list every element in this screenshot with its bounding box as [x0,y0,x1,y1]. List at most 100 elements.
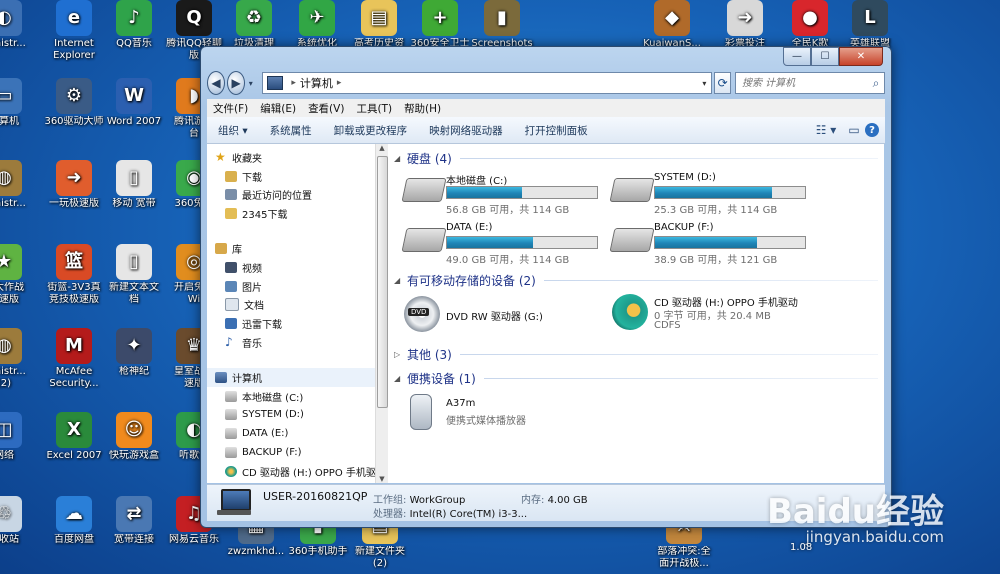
nav-item-recent-places[interactable]: 最近访问的位置 [207,186,375,205]
expand-icon[interactable]: ▷ [394,350,402,359]
menu-tools[interactable]: 工具(T) [350,101,398,116]
drive-tile-f[interactable]: BACKUP (F:) 38.9 GB 可用，共 121 GB [609,222,812,266]
navigation-pane-scrollbar[interactable]: ▲ ▼ [375,144,388,483]
desktop-icon[interactable]: ☺ 快玩游戏盒 [100,412,168,462]
address-bar[interactable]: ▸ 计算机 ▸ ▾ [262,72,713,94]
back-button[interactable]: ◀ [207,71,226,95]
maximize-button[interactable]: ☐ [811,47,839,66]
desktop-icon[interactable]: M McAfee Security... [40,328,108,390]
nav-item-downloads[interactable]: 下载 [207,167,375,186]
desktop-icon[interactable]: ◐ ministr... [0,0,38,50]
uninstall-program-button[interactable]: 卸载或更改程序 [323,123,419,138]
desktop-icon[interactable]: ▮ Screenshots [468,0,536,50]
group-portable-devices[interactable]: ◢ 便携设备 (1) [394,370,878,387]
app-icon: ▮ [484,0,520,36]
desktop-icon[interactable]: ▭ 计算机 [0,78,38,128]
group-removable-devices[interactable]: ◢ 有可移动存储的设备 (2) [394,272,878,289]
system-properties-button[interactable]: 系统属性 [259,123,323,138]
search-box[interactable]: ⌕ [734,72,885,94]
nav-item-music[interactable]: ♪ 音乐 [207,333,375,352]
drive-tile-c[interactable]: 本地磁盘 (C:) 56.8 GB 可用，共 114 GB [401,172,604,216]
desktop-icon[interactable]: ◫ 网络 [0,412,38,462]
desktop-icon[interactable]: ◍ ministr...(2) [0,328,38,390]
open-control-panel-button[interactable]: 打开控制面板 [514,123,599,138]
nav-item-drive-c[interactable]: 本地磁盘 (C:) [207,387,375,406]
nav-favorites-header[interactable]: ★ 收藏夹 [207,148,375,167]
app-icon: ▤ [361,0,397,36]
nav-item-drive-e[interactable]: DATA (E:) [207,424,375,443]
desktop-icon[interactable]: ☁ 百度网盘 [40,496,108,546]
desktop-icon[interactable]: 篮街篮-3V3真 竞技极速版 [40,244,108,306]
desktop-icon[interactable]: ★ 求大作战极速版 [0,244,38,306]
desktop-icon[interactable]: ♲ 回收站 [0,496,38,546]
nav-item-drive-f[interactable]: BACKUP (F:) [207,443,375,462]
desktop-icon[interactable]: ➜ 彩票投注 [711,0,779,50]
menu-view[interactable]: 查看(V) [302,101,350,116]
nav-item-drive-d[interactable]: SYSTEM (D:) [207,406,375,425]
desktop-icon[interactable]: X Excel 2007 [40,412,108,462]
desktop-icon[interactable]: L 英雄联盟 [836,0,904,50]
desktop-icon-label: 宽带连接 [114,534,154,545]
organize-button[interactable]: 组织 ▾ [207,123,259,138]
menu-help[interactable]: 帮助(H) [398,101,447,116]
nav-item-videos[interactable]: 视频 [207,258,375,277]
recent-pages-button[interactable]: ▾ [247,72,254,94]
desktop-icon-label: 快玩游戏盒 [109,450,159,461]
map-network-drive-button[interactable]: 映射网络驱动器 [418,123,514,138]
nav-item-pictures[interactable]: 图片 [207,277,375,296]
search-icon[interactable]: ⌕ [868,76,884,91]
nav-computer-header[interactable]: 计算机 [207,367,375,387]
desktop-icon[interactable]: ♪ QQ音乐 [100,0,168,50]
desktop-icon[interactable]: W Word 2007 [100,78,168,128]
menu-edit[interactable]: 编辑(E) [254,101,302,116]
nav-item-drive-h[interactable]: CD 驱动器 (H:) OPPO 手机驱 [207,462,375,481]
desktop-icon-label: ministr... [0,38,26,49]
nav-item-documents[interactable]: 文档 [207,296,375,315]
nav-libraries-header[interactable]: 库 [207,239,375,258]
nav-item-xunlei-downloads[interactable]: 迅雷下载 [207,314,375,333]
desktop-icon[interactable]: ▤ 高考历史资 [345,0,413,50]
minimize-button[interactable]: — [783,47,811,66]
group-hard-disks[interactable]: ◢ 硬盘 (4) [394,150,878,167]
drive-tile-e[interactable]: DATA (E:) 49.0 GB 可用，共 114 GB [401,222,604,266]
scrollbar-thumb[interactable] [377,156,388,408]
desktop-icon[interactable]: ⚙ 360驱动大师 [40,78,108,128]
scroll-up-icon[interactable]: ▲ [376,144,388,152]
desktop-icon[interactable]: ✈ 系统优化 [283,0,351,50]
address-dropdown-icon[interactable]: ▾ [697,79,711,88]
collapse-icon[interactable]: ◢ [394,276,402,285]
desktop-icon[interactable]: ◍ ministr... [0,160,38,210]
change-view-icon[interactable]: ☷ ▾ [809,121,843,139]
desktop-icon[interactable]: ▯ 移动 宽带 [100,160,168,210]
help-icon[interactable]: ? [865,123,879,137]
preview-pane-icon[interactable]: ▭ [843,121,865,139]
drive-tile-d[interactable]: SYSTEM (D:) 25.3 GB 可用，共 114 GB [609,172,812,216]
drive-tile-h[interactable]: CD 驱动器 (H:) OPPO 手机驱动 0 字节 可用，共 20.4 MB … [612,294,872,338]
nav-item-2345-downloads[interactable]: 2345下载 [207,204,375,223]
collapse-icon[interactable]: ◢ [394,374,402,383]
desktop-icon[interactable]: ➜ 一玩极速版 [40,160,108,210]
refresh-button[interactable]: ⟳ [714,72,731,94]
desktop-icon[interactable]: ⇄ 宽带连接 [100,496,168,546]
forward-button[interactable]: ▶ [227,71,246,95]
portable-device-a37m[interactable]: A37m 便携式媒体播放器 [404,394,604,438]
app-icon: M [56,328,92,364]
scroll-down-icon[interactable]: ▼ [376,475,388,483]
desktop-icon[interactable]: ◆ KuaiwanS... [638,0,706,50]
menu-file[interactable]: 文件(F) [207,101,254,116]
close-button[interactable]: ✕ [839,47,883,66]
desktop-icon[interactable]: ● 全民K歌 [776,0,844,50]
collapse-icon[interactable]: ◢ [394,154,402,163]
drive-tile-g[interactable]: DVD DVD RW 驱动器 (G:) [404,296,604,340]
desktop-icon[interactable]: ♻ 垃圾清理 [220,0,288,50]
breadcrumb-computer[interactable]: 计算机 [300,75,333,91]
group-other[interactable]: ▷ 其他 (3) [394,346,878,363]
hard-disk-icon [401,228,447,252]
desktop-icon[interactable]: e Internet Explorer [40,0,108,62]
desktop-icon-label: Word 2007 [106,116,162,127]
desktop-icon[interactable]: ▯ 新建文本文档 [100,244,168,306]
breadcrumb-separator[interactable]: ▸ [337,78,342,88]
desktop-icon[interactable]: ✦ 枪神纪 [100,328,168,378]
search-input[interactable] [735,76,868,90]
desktop-icon[interactable]: +360安全卫士 [406,0,474,50]
